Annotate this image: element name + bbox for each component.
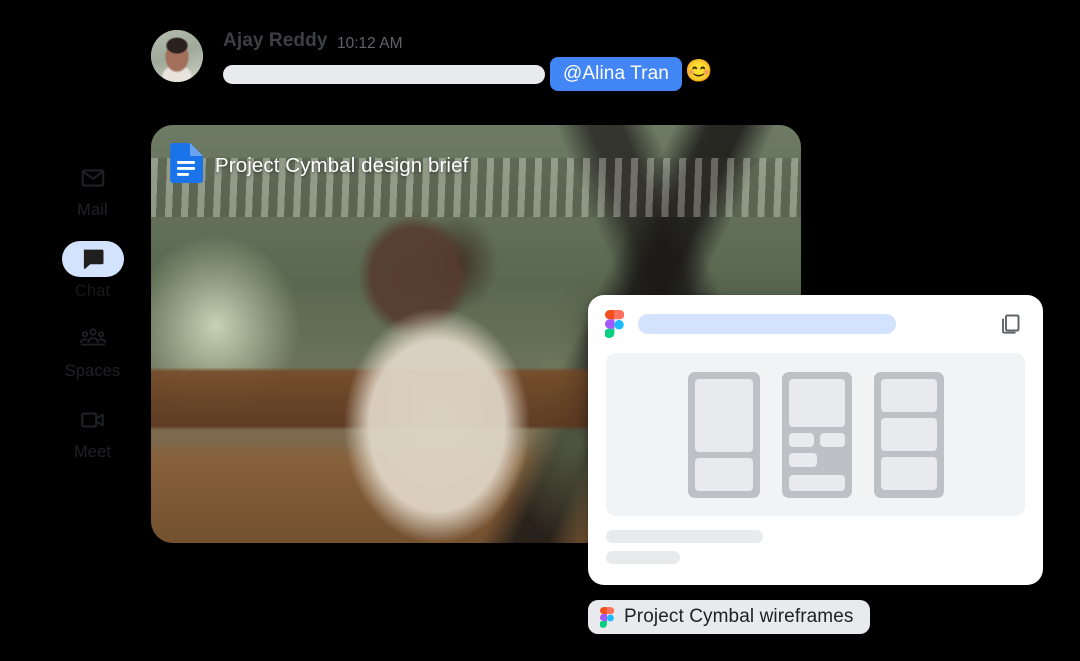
figma-wireframe-canvas: [606, 353, 1025, 516]
meet-icon: [62, 402, 124, 438]
message-text-placeholder: [223, 65, 545, 84]
chat-icon: [61, 240, 124, 277]
caption-line: [606, 551, 680, 564]
sidebar-item-mail[interactable]: Mail: [49, 160, 137, 219]
sidebar-item-chat[interactable]: Chat: [49, 240, 137, 300]
wireframe-frame: [687, 371, 760, 498]
message-timestamp: 10:12 AM: [337, 35, 403, 52]
wireframe-block: [880, 457, 937, 491]
docs-card-title: Project Cymbal design brief: [215, 153, 469, 177]
mail-icon: [62, 160, 124, 196]
file-attachment-chip-label: Project Cymbal wireframes: [624, 606, 854, 627]
wireframe-block: [788, 474, 845, 491]
wireframe-row: [788, 432, 845, 447]
wireframe-block: [694, 458, 753, 491]
wireframe-block: [788, 378, 845, 427]
avatar-photo: [151, 30, 203, 82]
figma-logo-icon: [605, 310, 624, 338]
sidebar-item-meet[interactable]: Meet: [49, 402, 137, 461]
mention-chip-label: @Alina Tran: [563, 63, 669, 84]
wireframe-frame: [873, 371, 944, 498]
caption-line: [606, 530, 763, 543]
sidebar-item-spaces[interactable]: Spaces: [49, 321, 137, 380]
avatar[interactable]: [151, 30, 203, 82]
figma-logo-icon: [600, 606, 614, 628]
chat-message: Ajay Reddy 10:12 AM @Alina Tran 😊: [151, 24, 771, 104]
docs-card-header: Project Cymbal design brief: [169, 143, 468, 188]
file-attachment-chip[interactable]: Project Cymbal wireframes: [588, 600, 870, 634]
figma-url-bar[interactable]: [638, 314, 896, 334]
wireframe-block: [880, 417, 937, 452]
wireframe-block: [788, 432, 814, 447]
wireframe-block: [880, 378, 937, 412]
sidebar-item-label: Mail: [77, 201, 108, 219]
figma-card-toolbar: [588, 295, 1043, 353]
sidebar-item-label: Chat: [74, 281, 111, 300]
wireframe-block: [694, 378, 753, 453]
mention-chip[interactable]: @Alina Tran: [550, 57, 682, 91]
google-docs-icon: [169, 143, 203, 188]
spaces-icon: [62, 321, 124, 357]
figma-preview-card[interactable]: [588, 295, 1043, 585]
copy-icon[interactable]: [995, 309, 1025, 339]
wireframe-block: [819, 432, 845, 447]
smiling-face-emoji: 😊: [685, 58, 713, 83]
app-root: Mail Chat Spaces Meet Ajay Reddy 10:12 A…: [0, 0, 1080, 661]
message-sender-name: Ajay Reddy: [223, 30, 328, 51]
wireframe-frame: [781, 371, 852, 498]
wireframe-block: [788, 452, 817, 467]
sidebar-item-label: Spaces: [64, 362, 121, 380]
sidebar: Mail Chat Spaces Meet: [40, 160, 145, 460]
sidebar-item-label: Meet: [73, 442, 112, 461]
figma-caption-placeholders: [606, 530, 763, 564]
